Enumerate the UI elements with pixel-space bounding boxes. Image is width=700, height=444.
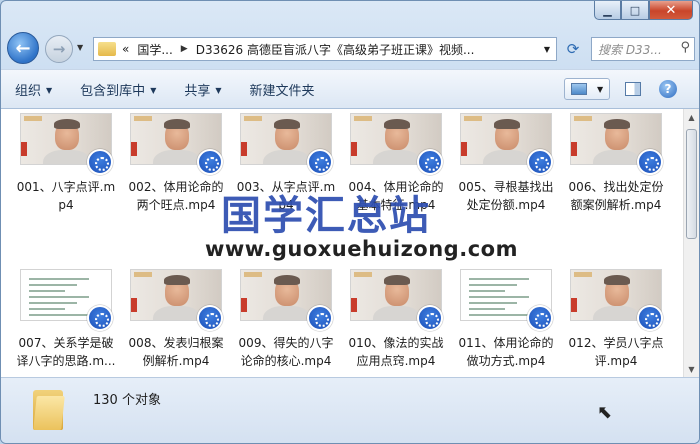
back-arrow-icon: ← xyxy=(15,37,31,59)
file-name: 005、寻根基找出处定份额.mp4 xyxy=(458,180,554,212)
media-player-icon xyxy=(527,149,553,175)
scroll-thumb[interactable] xyxy=(686,129,697,239)
chevron-down-icon: ▼ xyxy=(215,85,222,95)
breadcrumb-current[interactable]: D33626 高德臣盲派八字《高级弟子班正课》视频... xyxy=(196,41,475,58)
chevron-down-icon: ▼ xyxy=(46,85,53,95)
close-button[interactable]: ✕ xyxy=(649,1,693,20)
chevron-right-icon[interactable]: ▶ xyxy=(181,44,188,54)
file-name: 009、得失的八字论命的核心.mp4 xyxy=(238,336,334,368)
forward-arrow-icon: → xyxy=(52,40,66,58)
address-bar[interactable]: « 国学... ▶ D33626 高德臣盲派八字《高级弟子班正课》视频... ▼ xyxy=(93,37,557,61)
file-name: 002、体用论命的两个旺点.mp4 xyxy=(128,180,224,212)
vertical-scrollbar[interactable]: ▲ ▼ xyxy=(683,109,699,377)
media-player-icon xyxy=(307,149,333,175)
search-icon[interactable]: ⚲ xyxy=(680,40,690,55)
watermark-title: 国学汇总站 xyxy=(221,192,431,239)
media-player-icon xyxy=(637,305,663,331)
scroll-up-icon[interactable]: ▲ xyxy=(684,109,699,125)
maximize-button[interactable]: □ xyxy=(621,1,649,20)
file-name: 011、体用论命的做功方式.mp4 xyxy=(458,336,554,368)
file-name: 010、像法的实战应用点窍.mp4 xyxy=(348,336,444,368)
change-view-button[interactable]: ▼ xyxy=(564,78,610,100)
refresh-icon: ⟳ xyxy=(566,40,580,58)
media-player-icon xyxy=(637,149,663,175)
explorer-window: ▁ □ ✕ ← → ▼ « 国学... ▶ D33626 高德臣盲派八字《高级弟… xyxy=(0,0,700,444)
details-pane: 130 个对象 ⬉ xyxy=(1,377,699,443)
include-in-library-button[interactable]: 包含到库中 ▼ xyxy=(80,80,156,99)
item-count: 130 个对象 xyxy=(93,393,161,408)
command-bar: 组织 ▼ 包含到库中 ▼ 共享 ▼ 新建文件夹 ▼ ? xyxy=(1,69,699,109)
include-in-library-label: 包含到库中 xyxy=(80,83,146,99)
media-player-icon xyxy=(87,305,113,331)
preview-pane-icon[interactable] xyxy=(625,82,641,96)
refresh-button[interactable]: ⟳ xyxy=(561,37,585,61)
file-name: 007、关系学是破译八字的思路.m... xyxy=(16,336,116,368)
media-player-icon xyxy=(197,149,223,175)
folder-icon xyxy=(33,386,65,430)
organize-label: 组织 xyxy=(15,83,42,99)
search-input[interactable]: 搜索 D33... ⚲ xyxy=(591,37,695,61)
chevron-down-icon: ▼ xyxy=(150,85,157,95)
window-controls: ▁ □ ✕ xyxy=(594,1,693,20)
search-placeholder: 搜索 D33... xyxy=(598,42,662,57)
navigation-bar: ← → ▼ « 国学... ▶ D33626 高德臣盲派八字《高级弟子班正课》视… xyxy=(1,31,699,65)
file-name: 001、八字点评.mp4 xyxy=(16,180,116,212)
minimize-button[interactable]: ▁ xyxy=(594,1,621,20)
address-overflow[interactable]: « xyxy=(122,42,129,56)
view-thumbnail-icon xyxy=(571,83,587,95)
organize-button[interactable]: 组织 ▼ xyxy=(15,80,52,99)
media-player-icon xyxy=(197,305,223,331)
file-item[interactable]: 006、找出处定份额案例解析.mp4 xyxy=(561,113,671,269)
media-player-icon xyxy=(307,305,333,331)
mouse-cursor-icon: ⬉ xyxy=(597,402,613,423)
breadcrumb-root[interactable]: 国学... xyxy=(137,41,172,58)
scroll-down-icon[interactable]: ▼ xyxy=(684,361,699,377)
media-player-icon xyxy=(87,149,113,175)
folder-icon xyxy=(98,42,116,56)
watermark-url: www.guoxuehuizong.com xyxy=(205,237,518,261)
share-label: 共享 xyxy=(184,83,211,99)
media-player-icon xyxy=(417,305,443,331)
media-player-icon xyxy=(527,305,553,331)
share-button[interactable]: 共享 ▼ xyxy=(184,80,221,99)
help-icon[interactable]: ? xyxy=(659,80,677,98)
file-name: 006、找出处定份额案例解析.mp4 xyxy=(568,180,664,212)
media-player-icon xyxy=(417,149,443,175)
file-item[interactable]: 001、八字点评.mp4 xyxy=(11,113,121,269)
file-name: 008、发表归根案例解析.mp4 xyxy=(128,336,224,368)
back-button[interactable]: ← xyxy=(7,32,39,64)
forward-button[interactable]: → xyxy=(45,35,73,63)
chevron-down-icon[interactable]: ▼ xyxy=(597,85,603,94)
new-folder-button[interactable]: 新建文件夹 xyxy=(250,80,315,99)
chevron-down-icon[interactable]: ▼ xyxy=(544,45,550,54)
recent-pages-dropdown[interactable]: ▼ xyxy=(77,43,83,52)
new-folder-label: 新建文件夹 xyxy=(249,83,315,99)
file-name: 012、学员八字点评.mp4 xyxy=(568,336,664,368)
